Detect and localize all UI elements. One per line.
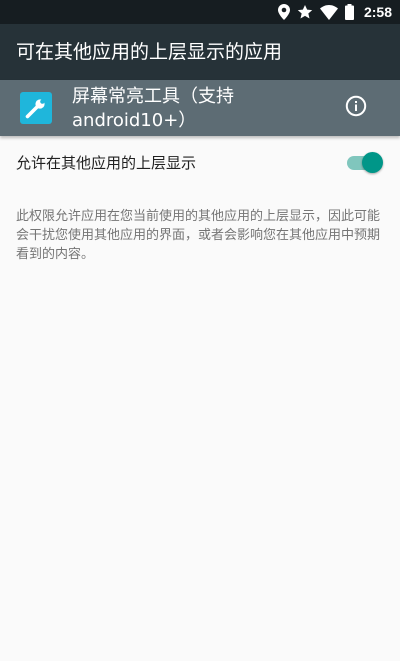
app-header: 屏幕常亮工具（支持android10+） xyxy=(0,80,400,136)
setting-label: 允许在其他应用的上层显示 xyxy=(16,154,197,172)
status-icons: 2:58 xyxy=(277,0,392,24)
wifi-icon xyxy=(319,4,338,20)
overlay-permission-toggle[interactable] xyxy=(347,152,383,174)
page-title: 可在其他应用的上层显示的应用 xyxy=(16,41,283,63)
overlay-permission-setting[interactable]: 允许在其他应用的上层显示 xyxy=(0,136,400,190)
location-icon xyxy=(277,4,290,20)
toggle-thumb xyxy=(362,152,383,173)
info-icon xyxy=(345,95,367,121)
app-bar: 可在其他应用的上层显示的应用 xyxy=(0,24,400,80)
wrench-icon xyxy=(20,92,52,124)
battery-icon xyxy=(344,4,354,20)
info-button[interactable] xyxy=(340,92,372,124)
star-icon xyxy=(297,4,313,20)
app-name: 屏幕常亮工具（支持android10+） xyxy=(72,86,234,131)
status-time: 2:58 xyxy=(363,4,392,20)
status-bar: 2:58 xyxy=(0,0,400,24)
permission-description: 此权限允许应用在您当前使用的其他应用的上层显示，因此可能会干扰您使用其他应用的界… xyxy=(16,209,381,262)
